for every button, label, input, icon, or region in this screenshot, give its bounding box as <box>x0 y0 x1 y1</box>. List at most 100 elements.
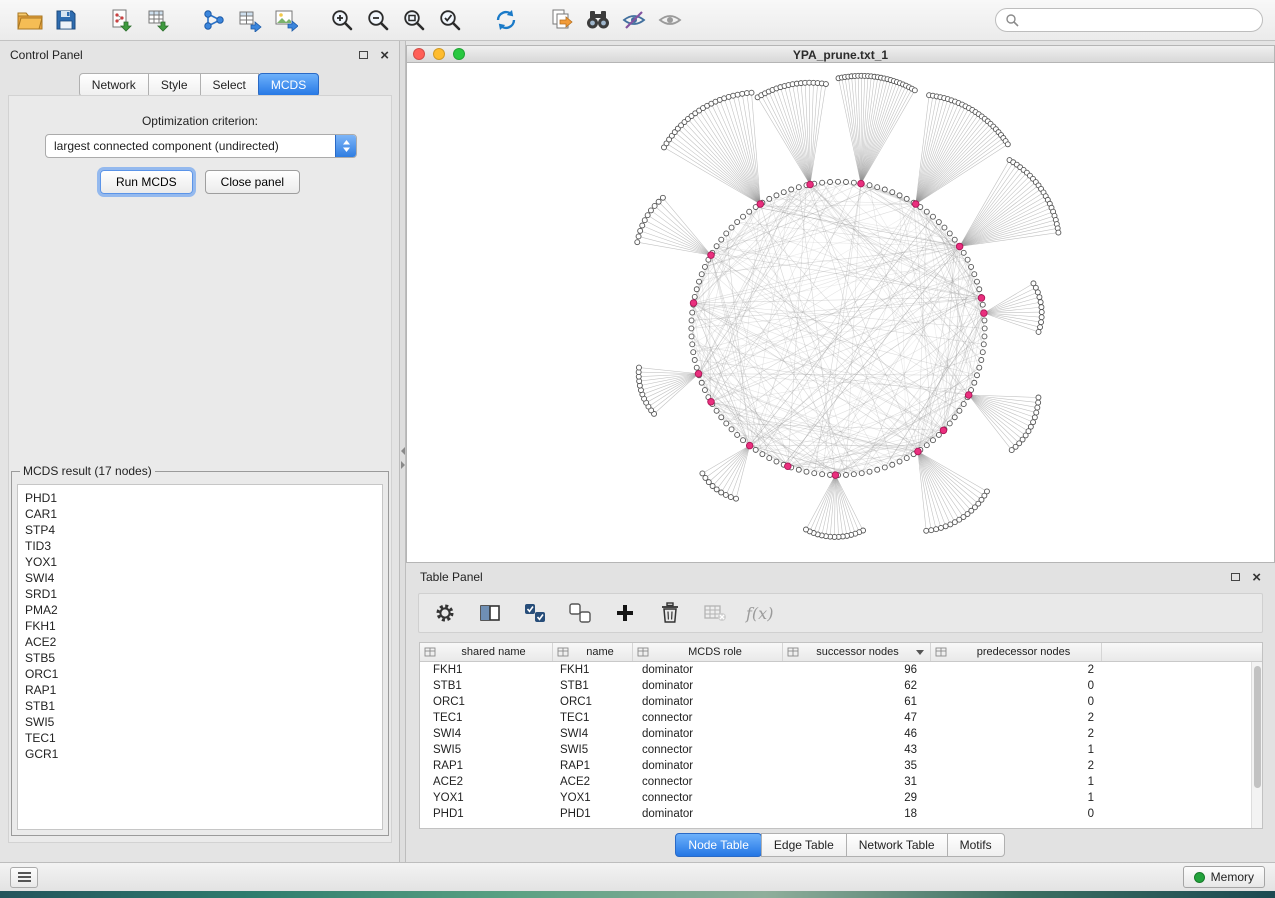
select-all-button[interactable] <box>521 599 549 627</box>
window-close-icon[interactable] <box>413 48 425 60</box>
table-row[interactable]: ORC1 ORC1 dominator 61 0 <box>420 694 1251 710</box>
result-node[interactable]: CAR1 <box>25 506 382 522</box>
cell-predecessor-nodes[interactable]: 1 <box>931 742 1102 758</box>
cell-successor-nodes[interactable]: 96 <box>783 662 931 678</box>
cell-mcds-role[interactable]: connector <box>633 742 783 758</box>
cell-mcds-role[interactable]: dominator <box>633 662 783 678</box>
memory-button[interactable]: Memory <box>1183 866 1265 888</box>
column-header-successor-nodes[interactable]: successor nodes <box>783 643 931 661</box>
result-node[interactable]: PMA2 <box>25 602 382 618</box>
close-panel-icon[interactable]: × <box>380 48 389 63</box>
cell-name[interactable]: FKH1 <box>553 662 633 678</box>
table-row[interactable]: TEC1 TEC1 connector 47 2 <box>420 710 1251 726</box>
result-node[interactable]: RAP1 <box>25 682 382 698</box>
cell-shared-name[interactable]: FKH1 <box>420 662 553 678</box>
tab-network-table[interactable]: Network Table <box>846 833 948 857</box>
cell-shared-name[interactable]: STB1 <box>420 678 553 694</box>
table-row[interactable]: ACE2 ACE2 connector 31 1 <box>420 774 1251 790</box>
cell-mcds-role[interactable]: dominator <box>633 678 783 694</box>
run-mcds-button[interactable]: Run MCDS <box>100 170 193 194</box>
table-row[interactable]: RAP1 RAP1 dominator 35 2 <box>420 758 1251 774</box>
zoom-fit-button[interactable] <box>396 4 432 36</box>
table-row[interactable]: SWI4 SWI4 dominator 46 2 <box>420 726 1251 742</box>
cell-name[interactable]: ACE2 <box>553 774 633 790</box>
cell-predecessor-nodes[interactable]: 2 <box>931 758 1102 774</box>
cell-predecessor-nodes[interactable]: 1 <box>931 790 1102 806</box>
float-table-panel-icon[interactable] <box>1231 573 1240 581</box>
tab-style[interactable]: Style <box>148 73 201 97</box>
tab-network[interactable]: Network <box>79 73 149 97</box>
find-button[interactable] <box>580 4 616 36</box>
table-row[interactable]: YOX1 YOX1 connector 29 1 <box>420 790 1251 806</box>
result-node[interactable]: SWI5 <box>25 714 382 730</box>
cell-name[interactable]: SWI4 <box>553 726 633 742</box>
cell-shared-name[interactable]: RAP1 <box>420 758 553 774</box>
search-input[interactable] <box>1024 13 1253 27</box>
result-node[interactable]: PHD1 <box>25 490 382 506</box>
new-network-button[interactable] <box>196 4 232 36</box>
cell-shared-name[interactable]: SWI4 <box>420 726 553 742</box>
cell-successor-nodes[interactable]: 31 <box>783 774 931 790</box>
status-menu-button[interactable] <box>10 867 38 888</box>
search-box[interactable] <box>995 8 1263 32</box>
cell-predecessor-nodes[interactable]: 2 <box>931 662 1102 678</box>
cell-mcds-role[interactable]: connector <box>633 710 783 726</box>
cell-successor-nodes[interactable]: 62 <box>783 678 931 694</box>
tab-mcds[interactable]: MCDS <box>258 73 319 97</box>
cell-name[interactable]: ORC1 <box>553 694 633 710</box>
cell-mcds-role[interactable]: dominator <box>633 806 783 822</box>
cell-predecessor-nodes[interactable]: 0 <box>931 694 1102 710</box>
column-header-mcds-role[interactable]: MCDS role <box>633 643 783 661</box>
result-node[interactable]: STB5 <box>25 650 382 666</box>
cell-predecessor-nodes[interactable]: 0 <box>931 806 1102 822</box>
cell-shared-name[interactable]: PHD1 <box>420 806 553 822</box>
result-node[interactable]: SWI4 <box>25 570 382 586</box>
network-canvas[interactable] <box>407 63 1274 562</box>
copy-button[interactable] <box>544 4 580 36</box>
cell-successor-nodes[interactable]: 29 <box>783 790 931 806</box>
cell-mcds-role[interactable]: dominator <box>633 694 783 710</box>
import-network-button[interactable] <box>104 4 140 36</box>
close-mcds-panel-button[interactable]: Close panel <box>205 170 300 194</box>
save-session-button[interactable] <box>48 4 84 36</box>
criterion-select[interactable]: largest connected component (undirected) <box>45 134 357 158</box>
cell-name[interactable]: PHD1 <box>553 806 633 822</box>
show-columns-button[interactable] <box>476 599 504 627</box>
export-table-button[interactable] <box>232 4 268 36</box>
result-node[interactable]: TEC1 <box>25 730 382 746</box>
cell-successor-nodes[interactable]: 43 <box>783 742 931 758</box>
cell-mcds-role[interactable]: connector <box>633 774 783 790</box>
result-node[interactable]: ORC1 <box>25 666 382 682</box>
table-row[interactable]: PHD1 PHD1 dominator 18 0 <box>420 806 1251 822</box>
window-zoom-icon[interactable] <box>453 48 465 60</box>
cell-predecessor-nodes[interactable]: 2 <box>931 710 1102 726</box>
add-column-button[interactable] <box>611 599 639 627</box>
refresh-button[interactable] <box>488 4 524 36</box>
sort-indicator-icon[interactable] <box>916 650 924 655</box>
result-node[interactable]: FKH1 <box>25 618 382 634</box>
network-window-titlebar[interactable]: YPA_prune.txt_1 <box>406 45 1275 63</box>
cell-shared-name[interactable]: ORC1 <box>420 694 553 710</box>
table-row[interactable]: STB1 STB1 dominator 62 0 <box>420 678 1251 694</box>
cell-name[interactable]: YOX1 <box>553 790 633 806</box>
result-node[interactable]: GCR1 <box>25 746 382 762</box>
cell-predecessor-nodes[interactable]: 1 <box>931 774 1102 790</box>
column-header-name[interactable]: name <box>553 643 633 661</box>
result-node[interactable]: STP4 <box>25 522 382 538</box>
cell-shared-name[interactable]: TEC1 <box>420 710 553 726</box>
cell-successor-nodes[interactable]: 61 <box>783 694 931 710</box>
tab-node-table[interactable]: Node Table <box>675 833 762 857</box>
result-node[interactable]: ACE2 <box>25 634 382 650</box>
result-node[interactable]: SRD1 <box>25 586 382 602</box>
cell-successor-nodes[interactable]: 18 <box>783 806 931 822</box>
result-node[interactable]: TID3 <box>25 538 382 554</box>
table-row[interactable]: FKH1 FKH1 dominator 96 2 <box>420 662 1251 678</box>
delete-column-button[interactable] <box>656 599 684 627</box>
cell-successor-nodes[interactable]: 46 <box>783 726 931 742</box>
column-header-shared-name[interactable]: shared name <box>420 643 553 661</box>
hide-graphics-details-button[interactable] <box>616 4 652 36</box>
zoom-selected-button[interactable] <box>432 4 468 36</box>
cell-predecessor-nodes[interactable]: 2 <box>931 726 1102 742</box>
cell-successor-nodes[interactable]: 35 <box>783 758 931 774</box>
tab-motifs[interactable]: Motifs <box>947 833 1005 857</box>
